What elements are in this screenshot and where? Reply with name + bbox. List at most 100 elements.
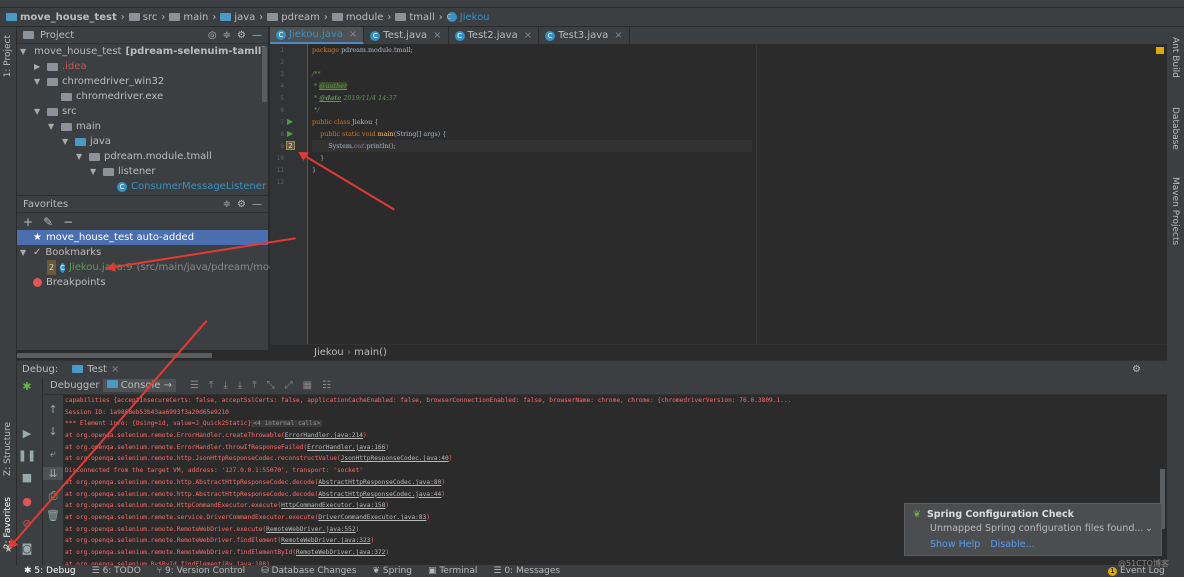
breadcrumb-item[interactable]: main [169, 12, 208, 23]
stop-icon[interactable]: ■ [17, 471, 37, 484]
expanded-icon[interactable]: ▼ [90, 164, 99, 179]
tree-node[interactable]: ▼move_house_test[pdream-selenuim-tamll]E… [17, 44, 316, 59]
tree-node[interactable]: C ConsumerMessageListener [17, 179, 268, 194]
debugger-tab[interactable]: Debugger [47, 380, 103, 391]
source-link[interactable]: ErrorHandler.java:214 [285, 432, 363, 439]
folder-icon [89, 152, 100, 161]
expanded-icon[interactable]: ▼ [34, 74, 43, 89]
favorites-scrollbar[interactable] [17, 353, 212, 358]
gear-icon[interactable]: ⚙ [1132, 364, 1141, 375]
breakpoints-node[interactable]: Breakpoints [17, 275, 268, 290]
gear-icon[interactable]: ⚙ [237, 30, 246, 41]
source-link[interactable]: RemoteWebDriver.java:552 [266, 526, 355, 533]
source-link[interactable]: AbstractHttpResponseCodec.java:44 [318, 491, 441, 498]
favorites-list-item[interactable]: ★ move_house_test auto-added [17, 230, 268, 245]
maven-tool-button[interactable]: Maven Projects [1170, 177, 1180, 245]
internal-calls-fold[interactable]: <4 internal calls> [251, 420, 323, 428]
debug-session-tab[interactable]: Test × [72, 364, 119, 375]
source-link[interactable]: DriverCommandExecutor.java:83 [318, 514, 426, 521]
run-gutter-icon[interactable]: ▶ [287, 117, 293, 126]
breadcrumb-item[interactable]: tmall [395, 12, 435, 23]
code-editor[interactable]: C Jiekou.java × C Test.java × C Test2.java × C Tes… [270, 27, 1167, 360]
scroll-to-end-icon[interactable]: ⇊ [43, 467, 63, 480]
structure-tool-button[interactable]: Z: Structure [3, 422, 13, 476]
breadcrumb-item[interactable]: move_house_test [6, 12, 117, 23]
close-icon[interactable]: × [614, 30, 622, 41]
project-panel-title[interactable]: Project [40, 30, 74, 41]
chevron-down-icon[interactable]: ⌄ [1145, 523, 1153, 534]
source-link[interactable]: HttpCommandExecutor.java:158 [281, 502, 385, 509]
expanded-icon[interactable]: ▼ [76, 149, 85, 164]
tree-node[interactable]: ▼ src [17, 104, 268, 119]
status-tool-button[interactable]: ⑂ 9: Version Control [157, 566, 245, 576]
soft-wrap-icon[interactable]: ⤶ [43, 447, 63, 461]
collapse-icon[interactable]: ≑ [223, 199, 231, 210]
locate-icon[interactable]: ◎ [208, 30, 217, 41]
status-tool-button[interactable]: ⛁ Database Changes [261, 566, 356, 576]
disable-link[interactable]: Disable... [990, 539, 1034, 550]
breadcrumb-item[interactable]: C Jiekou [446, 12, 490, 23]
view-breakpoints-icon[interactable]: ● [17, 495, 37, 508]
pause-icon[interactable]: ❚❚ [17, 449, 37, 462]
expanded-icon[interactable]: ▼ [20, 44, 26, 59]
status-tool-button[interactable]: ☰ 0: Messages [493, 566, 560, 576]
close-icon[interactable]: × [524, 30, 532, 41]
editor-tab[interactable]: C Test3.java × [539, 27, 630, 44]
tree-node[interactable]: ▼ java [17, 134, 268, 149]
trash-icon[interactable]: 🗑 [43, 509, 63, 522]
down-icon[interactable]: ↓ [43, 425, 63, 438]
source-link[interactable]: RemoteWebDriver.java:323 [281, 537, 370, 544]
breadcrumb-item[interactable]: src [128, 12, 157, 23]
tree-node[interactable]: ▼ chromedriver_win32 [17, 74, 268, 89]
close-icon[interactable]: × [349, 29, 357, 40]
tree-node[interactable]: ▼ listener [17, 164, 268, 179]
breadcrumb-item[interactable]: pdream [267, 12, 320, 23]
tree-node[interactable]: ▼ main [17, 119, 268, 134]
add-icon[interactable]: + [23, 215, 33, 229]
expanded-icon[interactable]: ▼ [34, 104, 43, 119]
database-tool-button[interactable]: Database [1170, 107, 1180, 150]
folder-icon [47, 77, 58, 86]
run-gutter-icon[interactable]: ▶ [287, 129, 293, 138]
remove-icon[interactable]: − [63, 215, 73, 229]
warning-marker[interactable] [1156, 47, 1164, 54]
collapsed-icon[interactable]: ▶ [34, 59, 43, 74]
folder-icon [220, 13, 232, 21]
breadcrumb-item[interactable]: java [220, 12, 255, 23]
expanded-icon[interactable]: ▼ [62, 134, 71, 149]
breadcrumb-item[interactable]: module [331, 12, 383, 23]
expanded-icon[interactable]: ▼ [48, 119, 57, 134]
tree-node[interactable]: ▼ pdream.module.tmall [17, 149, 268, 164]
editor-tab[interactable]: C Test2.java × [449, 27, 540, 44]
status-tool-button[interactable]: ❦ Spring [373, 566, 412, 576]
close-icon[interactable]: × [433, 30, 441, 41]
ant-build-tool-button[interactable]: Ant Build [1170, 37, 1180, 78]
editor-gutter[interactable]: 1 2 3 4 5 6 7 8 9 10 11 12 ▶ ▶ 2 [270, 44, 308, 344]
tree-node[interactable]: chromedriver.exe [17, 89, 268, 104]
camera-icon[interactable]: ◙ [17, 542, 37, 555]
gear-icon[interactable]: ⚙ [237, 199, 246, 210]
project-tool-button[interactable]: 1: Project [3, 35, 13, 77]
edit-icon[interactable]: ✎ [43, 215, 53, 229]
source-link[interactable]: AbstractHttpResponseCodec.java:80 [318, 479, 441, 486]
project-scrollbar[interactable] [262, 47, 267, 102]
bookmark-gutter-icon[interactable]: 2 [286, 141, 295, 150]
status-tool-button[interactable]: ▣ Terminal [428, 566, 477, 576]
messages-icon: ☰ [493, 566, 505, 576]
resume-icon[interactable]: ▶ [17, 427, 37, 440]
show-help-link[interactable]: Show Help [930, 539, 980, 550]
debug-step-actions[interactable]: ☰⤒⤓⤓⤒⤡⤢▦☷ [190, 380, 341, 391]
status-tool-button[interactable]: ✱ 5: Debug [24, 566, 76, 576]
hide-icon[interactable]: — [252, 199, 262, 210]
source-link[interactable]: JsonHttpResponseCodec.java:40 [341, 455, 449, 462]
tree-node[interactable]: ▶ .idea [17, 59, 268, 74]
editor-tab[interactable]: C Jiekou.java × [270, 27, 365, 44]
editor-tab[interactable]: C Test.java × [364, 27, 449, 44]
collapse-icon[interactable]: ≑ [223, 30, 231, 41]
up-icon[interactable]: ↑ [43, 403, 63, 416]
console-tab[interactable]: Console → [102, 379, 176, 392]
source-link[interactable]: RemoteWebDriver.java:372 [296, 549, 385, 556]
source-link[interactable]: ErrorHandler.java:166 [307, 444, 385, 451]
status-tool-button[interactable]: ☰ 6: TODO [92, 566, 141, 576]
hide-icon[interactable]: — [252, 30, 262, 41]
